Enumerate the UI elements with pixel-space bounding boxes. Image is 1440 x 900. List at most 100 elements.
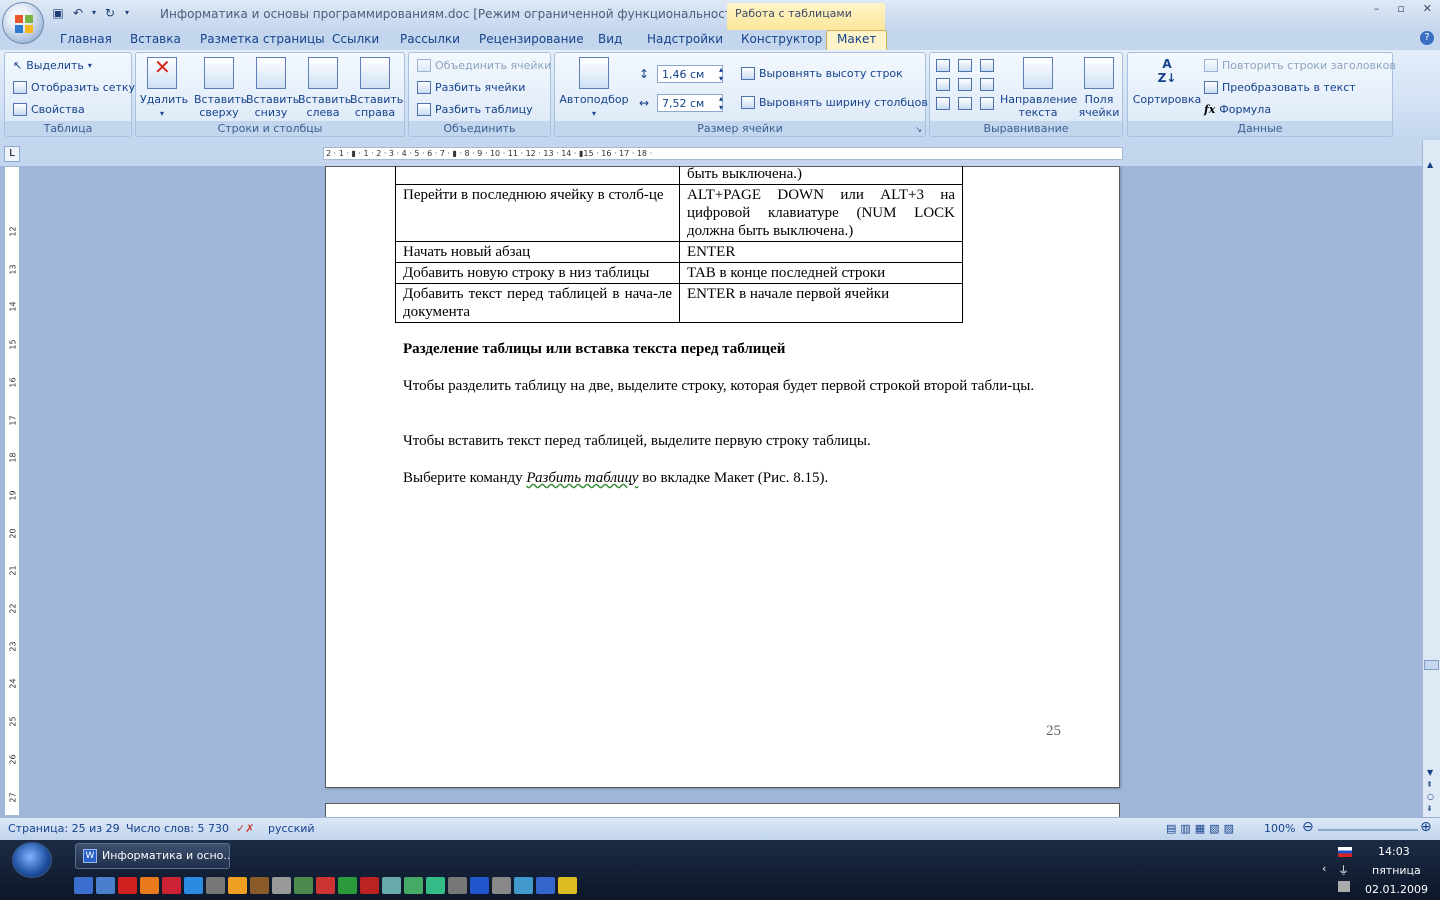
save-icon[interactable]: ▣ [50, 5, 66, 21]
office-button[interactable] [2, 2, 44, 44]
properties-button[interactable]: Свойства [13, 103, 85, 116]
scroll-down-icon[interactable]: ▼ [1427, 768, 1433, 777]
undo-dropdown-icon[interactable]: ▾ [90, 5, 98, 21]
document-page[interactable]: быть выключена.) Перейти в последнюю ячей… [325, 166, 1120, 788]
app-icon[interactable] [404, 877, 423, 894]
table-row[interactable]: Добавить текст перед таблицей в нача-ле … [395, 283, 963, 323]
page-count[interactable]: Страница: 25 из 29 [8, 822, 120, 835]
app-icon[interactable] [426, 877, 445, 894]
shortcut-table[interactable]: быть выключена.) Перейти в последнюю ячей… [395, 166, 963, 323]
tab-layout[interactable]: Макет [826, 30, 888, 51]
app-icon[interactable] [492, 877, 511, 894]
show-grid-button[interactable]: Отобразить сетку [13, 81, 135, 94]
formula-button[interactable]: fx Формула [1204, 103, 1271, 116]
zoom-out-icon[interactable]: ⊖ [1302, 819, 1314, 835]
help-icon[interactable]: ? [1420, 31, 1434, 45]
app-icon[interactable] [206, 877, 225, 894]
autofit-button[interactable]: Автоподбор ▾ [559, 57, 629, 120]
language-flag-icon[interactable] [1338, 847, 1352, 857]
tab-selector-icon[interactable]: L [4, 146, 20, 162]
switch-windows-icon[interactable] [96, 877, 115, 894]
show-desktop-icon[interactable] [74, 877, 93, 894]
next-page-icon[interactable]: ⇟ [1426, 804, 1433, 813]
app-icon[interactable] [536, 877, 555, 894]
action-cell[interactable]: Перейти в последнюю ячейку в столб-це [395, 184, 680, 242]
align-bottom-right-icon[interactable] [980, 97, 994, 110]
tab-design[interactable]: Конструктор [741, 32, 822, 46]
minimize-button[interactable]: – [1374, 2, 1380, 15]
split-table-button[interactable]: Разбить таблицу [417, 103, 533, 116]
tab-addins[interactable]: Надстройки [647, 32, 723, 46]
row-height-input[interactable]: 1,46 см [657, 65, 723, 83]
tab-review[interactable]: Рецензирование [479, 32, 584, 46]
insert-below-button[interactable]: Вставить снизу [246, 57, 299, 119]
keys-cell[interactable]: ALT+PAGE DOWN или ALT+3 на цифровой клав… [679, 184, 963, 242]
action-cell[interactable]: Добавить новую строку в низ таблицы [395, 262, 680, 284]
tab-view[interactable]: Вид [598, 32, 622, 46]
view-buttons[interactable]: ▤▥▦▧▨ [1166, 822, 1238, 835]
language-indicator[interactable]: русский [268, 822, 315, 835]
spinner-icon[interactable]: ▴ ▾ [719, 94, 723, 112]
app-icon[interactable] [448, 877, 467, 894]
action-cell[interactable] [395, 166, 680, 185]
align-top-right-icon[interactable] [980, 59, 994, 72]
prev-page-icon[interactable]: ⇞ [1426, 780, 1433, 789]
app-icon[interactable] [514, 877, 533, 894]
sort-button[interactable]: A Z↓ Сортировка [1132, 57, 1202, 106]
convert-to-text-button[interactable]: Преобразовать в текст [1204, 81, 1356, 94]
clock-time[interactable]: 14:03 [1378, 845, 1410, 858]
app-icon[interactable] [316, 877, 335, 894]
tab-home[interactable]: Главная [60, 32, 112, 46]
undo-icon[interactable]: ↶ [70, 5, 86, 21]
app-icon[interactable] [558, 877, 577, 894]
maximize-button[interactable]: ▫ [1397, 2, 1404, 15]
align-bottom-center-icon[interactable] [958, 97, 972, 110]
align-center-right-icon[interactable] [980, 78, 994, 91]
align-top-left-icon[interactable] [936, 59, 950, 72]
proofing-icon[interactable]: ✓✗ [236, 822, 254, 835]
cell-margins-button[interactable]: Поля ячейки [1078, 57, 1120, 119]
app-icon[interactable] [272, 877, 291, 894]
vertical-scrollbar[interactable]: ▲ ▼ ⇞ ○ ⇟ [1422, 140, 1440, 817]
close-button[interactable]: ✕ [1423, 2, 1432, 15]
word-count[interactable]: Число слов: 5 730 [126, 822, 229, 835]
taskbar-word-window[interactable]: W Информатика и осно... [75, 843, 230, 869]
select-button[interactable]: ↖ Выделить ▾ [13, 59, 92, 72]
keys-cell[interactable]: быть выключена.) [679, 166, 963, 185]
scroll-thumb[interactable] [1424, 660, 1439, 670]
insert-left-button[interactable]: Вставить слева [298, 57, 351, 119]
keys-cell[interactable]: ENTER [679, 241, 963, 263]
table-row[interactable]: Перейти в последнюю ячейку в столб-це ALT… [395, 184, 963, 242]
network-icon[interactable] [1338, 881, 1350, 892]
horizontal-ruler[interactable]: 2 · 1 · ▮ · 1 · 2 · 3 · 4 · 5 · 6 · 7 · … [323, 147, 1123, 160]
distribute-rows-button[interactable]: Выровнять высоту строк [741, 67, 903, 80]
customize-qat-icon[interactable]: ▾ [122, 5, 132, 21]
zoom-level[interactable]: 100% [1264, 822, 1295, 835]
app-icon[interactable] [228, 877, 247, 894]
delete-button[interactable]: ✕ Удалить ▾ [140, 57, 188, 120]
app-icon[interactable] [250, 877, 269, 894]
table-row[interactable]: Начать новый абзац ENTER [395, 241, 963, 263]
zoom-in-icon[interactable]: ⊕ [1420, 819, 1432, 835]
start-button[interactable] [12, 842, 52, 878]
action-cell[interactable]: Добавить текст перед таблицей в нача-ле … [395, 283, 680, 323]
column-width-input[interactable]: 7,52 см [657, 94, 723, 112]
app-icon[interactable] [294, 877, 313, 894]
spinner-icon[interactable]: ▴ ▾ [719, 65, 723, 83]
merge-cells-button[interactable]: Объединить ячейки [417, 59, 551, 72]
ie-icon[interactable] [184, 877, 203, 894]
power-icon[interactable]: ⏚ [1338, 862, 1349, 878]
insert-above-button[interactable]: Вставить сверху [194, 57, 247, 119]
split-cells-button[interactable]: Разбить ячейки [417, 81, 525, 94]
tab-insert[interactable]: Вставка [130, 32, 181, 46]
text-direction-button[interactable]: Направление текста [1000, 57, 1077, 119]
action-cell[interactable]: Начать новый абзац [395, 241, 680, 263]
browse-object-icon[interactable]: ○ [1427, 792, 1434, 801]
tab-mailings[interactable]: Рассылки [400, 32, 460, 46]
repeat-header-rows-button[interactable]: Повторить строки заголовков [1204, 59, 1396, 72]
dialog-launcher-icon[interactable]: ↘ [915, 125, 922, 134]
vertical-ruler[interactable]: 12 13 14 15 16 17 18 19 20 21 22 23 24 25 26 27 [4, 166, 20, 816]
app-icon[interactable] [338, 877, 357, 894]
app-icon[interactable] [360, 877, 379, 894]
tab-references[interactable]: Ссылки [332, 32, 379, 46]
